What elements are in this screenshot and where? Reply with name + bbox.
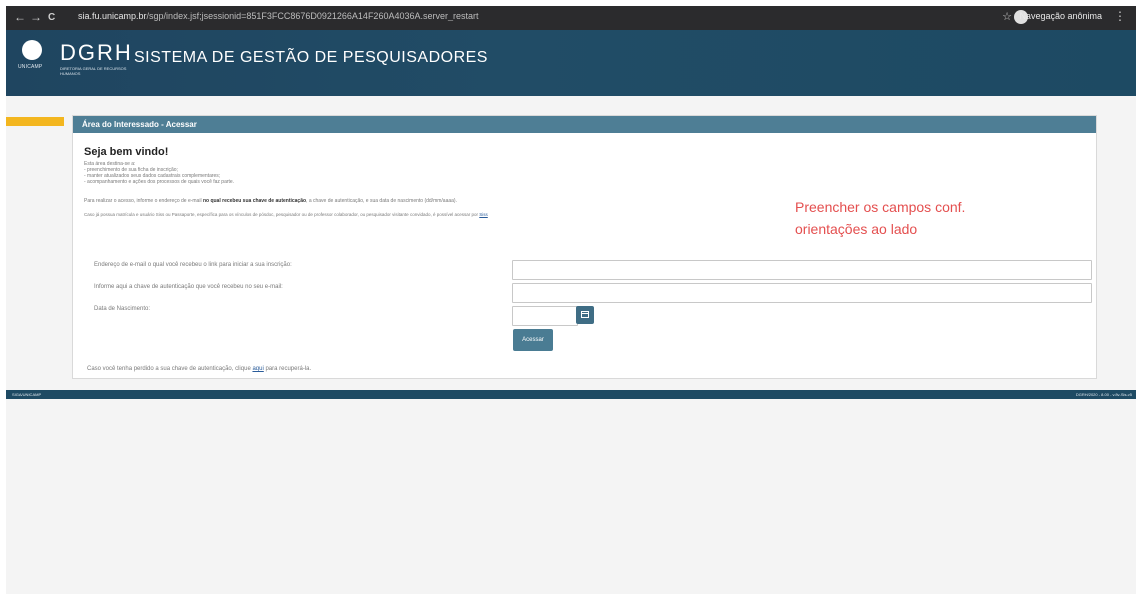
instruction-suffix: , a chave de autenticação, e sua data de… [306,198,457,204]
site-header: UNICAMP DGRH DIRETORIA GERAL DE RECURSOS… [6,30,1136,96]
auth-key-input[interactable] [512,283,1092,303]
matricula-text: Caso já possua matrícula e usuário Siss … [84,212,488,217]
instruction-prefix: Para realizar o acesso, informe o endere… [84,198,203,204]
dgrh-logo: DGRH [60,40,133,65]
auth-key-label: Informe aqui a chave de autenticação que… [94,284,283,290]
site-footer: SIGA/UNICAMP DGRH/2020 - 8.00 - v.8v-Sis… [6,390,1136,399]
lost-key-suffix: para recuperá-la. [263,366,312,372]
side-menu-tab[interactable] [6,117,64,126]
email-input[interactable] [512,260,1092,280]
instruction-text: Para realizar o acesso, informe o endere… [84,198,457,204]
reload-icon[interactable]: C [48,12,55,23]
panel-title: Área do Interessado - Acessar [73,116,1096,133]
intro-text: Esta área destina-se a: - preenchimento … [84,161,234,185]
unicamp-label: UNICAMP [18,64,43,70]
incognito-label[interactable]: Navegação anônima [1019,11,1102,21]
lost-key-prefix: Caso você tenha perdido a sua chave de a… [87,366,253,372]
matricula-desc: Caso já possua matrícula e usuário Siss … [84,212,478,217]
calendar-button[interactable] [576,306,594,324]
annotation-line: Preencher os campos conf. [795,199,966,215]
acessar-button[interactable]: Acessar [513,329,553,351]
footer-left: SIGA/UNICAMP [12,392,42,397]
siss-link[interactable]: Siss [479,212,488,217]
browser-menu-icon[interactable]: ⋮ [1114,9,1126,23]
login-panel: Área do Interessado - Acessar Seja bem v… [72,115,1097,379]
instruction-bold: no qual recebeu sua chave de autenticaçã… [202,198,307,204]
browser-toolbar: ← → C sia.fu.unicamp.br/sgp/index.jsf;js… [6,6,1136,30]
forward-arrow-icon[interactable]: → [30,10,42,24]
intro-line: - acompanhamento e ações dos processos d… [84,179,235,185]
email-label: Endereço de e-mail o qual você recebeu o… [94,262,292,268]
dgrh-subtitle: DIRETORIA GERAL DE RECURSOS HUMANOS [60,66,127,76]
lost-key-text: Caso você tenha perdido a sua chave de a… [87,366,311,372]
annotation-line: orientações ao lado [795,221,918,237]
bookmark-star-icon[interactable]: ☆ [1002,10,1012,23]
unicamp-logo-icon [22,40,42,60]
url-path: /sgp/index.jsf;jsessionid=851F3FCC8676D0… [146,11,479,21]
welcome-heading: Seja bem vindo! [84,146,169,158]
calendar-icon [581,311,589,318]
url-host: sia.fu.unicamp.br [78,11,147,21]
browser-window: ← → C sia.fu.unicamp.br/sgp/index.jsf;js… [6,6,1136,594]
recover-key-link[interactable]: aqui [252,366,263,372]
birth-date-input[interactable] [512,306,578,326]
footer-right: DGRH/2020 - 8.00 - v.8v-Sis-v5 [1075,392,1132,397]
annotation-note: Preencher os campos conf. orientações ao… [795,196,965,240]
birth-date-label: Data de Nascimento: [94,306,151,312]
address-bar[interactable]: sia.fu.unicamp.br/sgp/index.jsf;jsession… [78,11,638,21]
unicamp-logo: UNICAMP [18,38,46,74]
back-arrow-icon[interactable]: ← [14,10,26,24]
system-title: SISTEMA DE GESTÃO DE PESQUISADORES [134,49,488,66]
